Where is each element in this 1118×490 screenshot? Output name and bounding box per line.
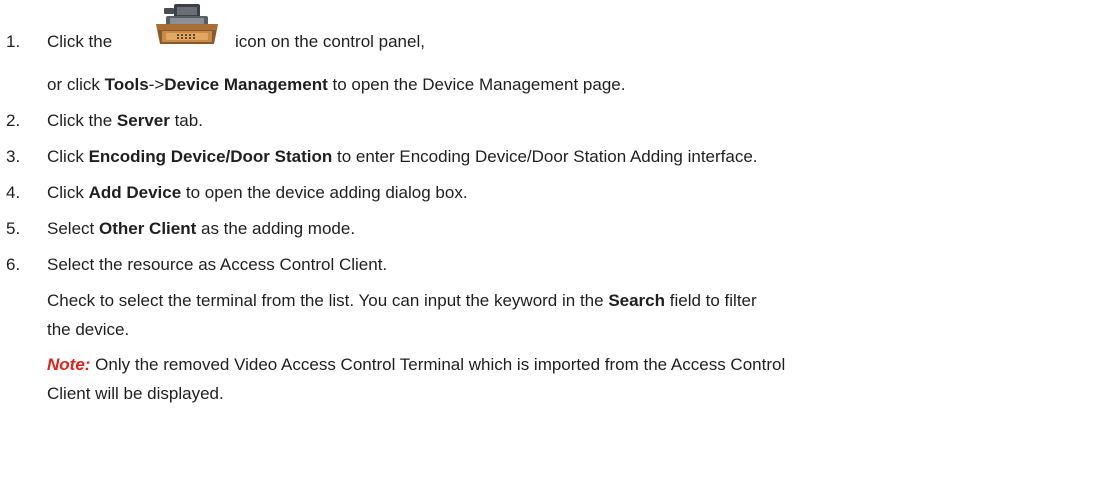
- step-6-instruction: Check to select the terminal from the li…: [47, 289, 1107, 313]
- note-label: Note:: [47, 355, 91, 374]
- text: Check to select the terminal from the li…: [47, 291, 609, 310]
- text: Select: [47, 219, 99, 238]
- step-text: Click the Server tab.: [47, 109, 203, 133]
- note: Note: Only the removed Video Access Cont…: [47, 353, 1107, 377]
- step-number: 3.: [6, 147, 21, 166]
- step-text: Select Other Client as the adding mode.: [47, 217, 355, 241]
- step-text: Click Add Device to open the device addi…: [47, 181, 468, 205]
- step-text: Select the resource as Access Control Cl…: [47, 255, 388, 274]
- step-text-pre: Click the: [47, 32, 113, 51]
- step-number: 6.: [6, 255, 21, 274]
- menu-tools: Tools: [104, 75, 149, 94]
- arrow-text: ->: [148, 75, 165, 94]
- note-line2: Client will be displayed.: [47, 384, 224, 403]
- text: to open the device adding dialog box.: [181, 183, 468, 202]
- step-number: 2.: [6, 111, 21, 130]
- encoding-device-label: Encoding Device/Door Station: [88, 147, 333, 166]
- document-page: 1. Click the icon on the control panel,: [0, 0, 1118, 490]
- step-text: Click the: [47, 30, 112, 54]
- step-1-continuation: or click Tools->Device Management to ope…: [47, 73, 1107, 97]
- text: or click: [47, 75, 105, 94]
- search-field-label: Search: [608, 291, 666, 310]
- menu-device-management: Device Management: [164, 75, 328, 94]
- text: Click: [47, 183, 89, 202]
- note-text: Only the removed Video Access Control Te…: [90, 355, 786, 374]
- add-device-label: Add Device: [88, 183, 182, 202]
- text: Click: [47, 147, 89, 166]
- text: to open the Device Management page.: [327, 75, 626, 94]
- text: tab.: [169, 111, 203, 130]
- step-text: Click Encoding Device/Door Station to en…: [47, 145, 758, 169]
- step-number: 5.: [6, 219, 21, 238]
- other-client-label: Other Client: [98, 219, 197, 238]
- step-number: 1.: [6, 32, 21, 51]
- server-tab-label: Server: [116, 111, 170, 130]
- text: Click the: [47, 111, 117, 130]
- step-6-instruction-line2: the device.: [47, 320, 130, 339]
- device-management-icon: [156, 4, 218, 44]
- text: as the adding mode.: [196, 219, 356, 238]
- step-number: 4.: [6, 183, 21, 202]
- step-text-post: icon on the control panel,: [235, 32, 425, 51]
- text: field to filter: [665, 291, 757, 310]
- text: to enter Encoding Device/Door Station Ad…: [332, 147, 758, 166]
